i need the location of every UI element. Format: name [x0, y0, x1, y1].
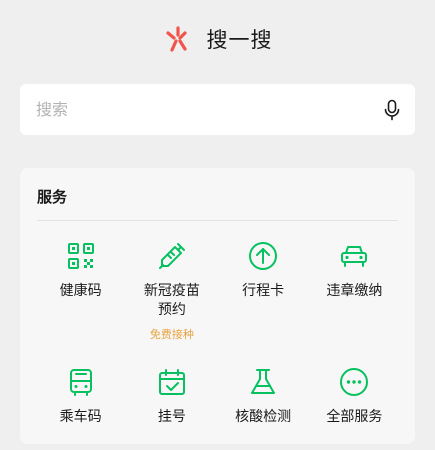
service-traffic-fine[interactable]: 违章缴纳 — [309, 240, 400, 366]
search-input[interactable] — [36, 100, 383, 119]
microphone-icon[interactable] — [383, 99, 401, 121]
service-registration[interactable]: 挂号 — [126, 366, 217, 446]
service-label: 违章缴纳 — [326, 283, 383, 299]
services-card: 服务 健康码 新冠疫苗 预约 免费接种 行程卡 违章缴纳 乘车码 挂号 核酸检测… — [20, 168, 415, 444]
service-travel-card[interactable]: 行程卡 — [218, 240, 309, 366]
more-circle-icon — [340, 368, 369, 396]
syringe-icon — [158, 243, 185, 269]
service-label: 新冠疫苗 预约 — [143, 283, 200, 318]
car-icon — [341, 246, 368, 267]
search-bar[interactable] — [20, 84, 415, 135]
free-vaccination-note: 免费接种 — [149, 328, 194, 341]
header: 搜一搜 — [0, 22, 435, 56]
service-label: 核酸检测 — [235, 409, 292, 425]
sousou-logo-icon — [165, 26, 187, 52]
service-label: 行程卡 — [242, 283, 285, 299]
service-nucleic-test[interactable]: 核酸检测 — [218, 366, 309, 446]
service-label: 乘车码 — [59, 409, 102, 425]
bus-icon — [69, 369, 92, 396]
arrow-up-circle-icon — [249, 242, 278, 270]
service-all-services[interactable]: 全部服务 — [309, 366, 400, 446]
search-page: 搜一搜 服务 — [0, 0, 435, 450]
divider — [37, 220, 398, 221]
services-title: 服务 — [37, 188, 68, 206]
service-label: 健康码 — [59, 283, 102, 299]
page-title: 搜一搜 — [206, 28, 273, 52]
services-grid: 健康码 新冠疫苗 预约 免费接种 行程卡 违章缴纳 乘车码 挂号 核酸检测 全部… — [35, 240, 400, 446]
service-vaccine-booking[interactable]: 新冠疫苗 预约 免费接种 — [126, 240, 217, 366]
qr-code-icon — [67, 243, 94, 269]
calendar-check-icon — [158, 369, 185, 395]
service-label: 全部服务 — [326, 409, 383, 425]
service-bus-code[interactable]: 乘车码 — [35, 366, 126, 446]
service-health-code[interactable]: 健康码 — [35, 240, 126, 366]
flask-icon — [251, 369, 276, 394]
service-label: 挂号 — [157, 409, 186, 425]
